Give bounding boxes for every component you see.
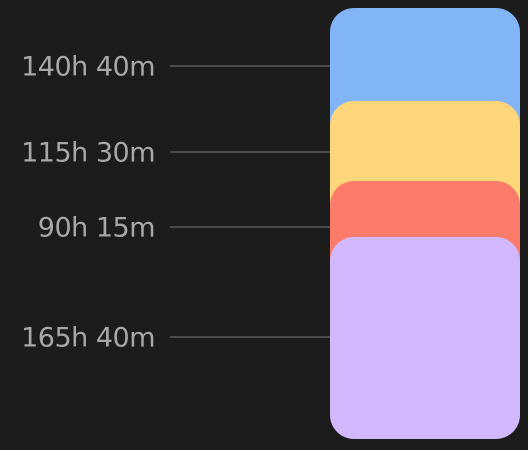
duration-label-1: 140h 40m [21,51,155,83]
leader-line-1 [170,65,330,67]
duration-label-2: 115h 30m [21,137,155,169]
category-block-4 [330,237,520,439]
leader-line-2 [170,151,330,153]
duration-label-4: 165h 40m [21,322,155,354]
duration-label-3: 90h 15m [37,212,156,244]
leader-line-3 [170,226,330,228]
leader-line-4 [170,336,330,338]
